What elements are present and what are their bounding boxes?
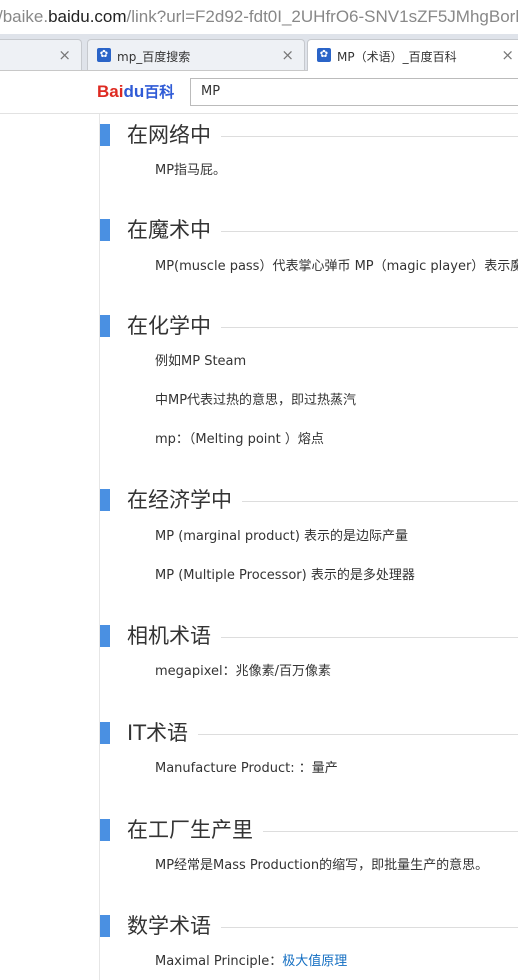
paragraph: MP (marginal product) 表示的是边际产量 bbox=[155, 529, 409, 544]
section-magic: 在魔术中 MP(muscle pass）代表掌心弹币 MP（magic play… bbox=[100, 215, 518, 274]
section-marker bbox=[100, 124, 110, 146]
section-math: 数学术语 Maximal Principle：极大值原理 bbox=[100, 911, 518, 969]
section-network: 在网络中 MP指马屁。 bbox=[100, 120, 518, 178]
paragraph: Manufacture Product: ：量产 bbox=[155, 761, 338, 776]
tab-previous[interactable]: × bbox=[0, 39, 82, 70]
section-title: IT术语 bbox=[127, 718, 199, 748]
search-input[interactable]: MP bbox=[190, 78, 518, 106]
paragraph: MP指马屁。 bbox=[155, 163, 227, 178]
section-title: 在工厂生产里 bbox=[127, 815, 263, 845]
section-marker bbox=[100, 219, 110, 241]
section-factory: 在工厂生产里 MP经常是Mass Production的缩写，即批量生产的意思。 bbox=[100, 815, 518, 873]
section-title: 在魔术中 bbox=[127, 215, 221, 245]
left-margin bbox=[0, 114, 99, 980]
close-tab-icon[interactable]: × bbox=[58, 46, 71, 64]
link-maximum-principle[interactable]: 极大值原理 bbox=[282, 954, 347, 969]
section-chemistry: 在化学中 例如MP Steam 中MP代表过热的意思，即过热蒸汽 mp：（Mel… bbox=[100, 311, 518, 447]
paragraph: MP (Multiple Processor) 表示的是多处理器 bbox=[155, 568, 415, 583]
section-marker bbox=[100, 819, 110, 841]
section-header: 在网络中 bbox=[100, 120, 518, 150]
url-host: baidu.com bbox=[48, 7, 127, 26]
section-header: 相机术语 bbox=[100, 621, 518, 651]
section-title: 数学术语 bbox=[127, 911, 221, 941]
paragraph: MP经常是Mass Production的缩写，即批量生产的意思。 bbox=[155, 858, 489, 873]
tab-mp-search[interactable]: ✿ mp_百度搜索 × bbox=[87, 39, 305, 70]
logo-text: Bai bbox=[97, 82, 124, 101]
logo-paw: du bbox=[123, 82, 145, 101]
address-bar[interactable]: /baike.baidu.com/link?url=F2d92-fdt0I_2U… bbox=[0, 0, 518, 35]
section-marker bbox=[100, 722, 110, 744]
paragraph: 例如MP Steam bbox=[155, 354, 247, 369]
section-header: 在经济学中 bbox=[100, 485, 518, 515]
section-title: 相机术语 bbox=[127, 621, 221, 651]
logo-suffix: 百科 bbox=[144, 84, 175, 101]
close-tab-icon[interactable]: × bbox=[501, 46, 514, 64]
baidu-baike-logo[interactable]: Baidu百科 bbox=[97, 81, 174, 102]
paragraph: 中MP代表过热的意思，即过热蒸汽 bbox=[155, 393, 357, 408]
section-marker bbox=[100, 915, 110, 937]
section-title: 在网络中 bbox=[127, 120, 221, 150]
section-title: 在经济学中 bbox=[127, 485, 242, 515]
section-header: 在工厂生产里 bbox=[100, 815, 518, 845]
paragraph: mp：（Melting point ）熔点 bbox=[155, 432, 324, 447]
paragraph: MP(muscle pass）代表掌心弹币 MP（magic player）表示… bbox=[155, 259, 518, 274]
section-header: 数学术语 bbox=[100, 911, 518, 941]
section-marker bbox=[100, 315, 110, 337]
tab-label: MP（术语）_百度百科 bbox=[337, 50, 457, 64]
site-header: Baidu百科 MP bbox=[0, 71, 518, 114]
close-tab-icon[interactable]: × bbox=[281, 46, 294, 64]
url-prefix: /baike. bbox=[0, 7, 49, 26]
baidu-paw-icon: ✿ bbox=[97, 48, 111, 62]
paragraph-text: Maximal Principle： bbox=[155, 954, 283, 969]
tab-label: mp_百度搜索 bbox=[117, 50, 191, 64]
section-camera: 相机术语 megapixel：兆像素/百万像素 bbox=[100, 621, 518, 679]
section-header: 在化学中 bbox=[100, 311, 518, 341]
article-content: 在网络中 MP指马屁。 在魔术中 MP(muscle pass）代表掌心弹币 M… bbox=[99, 114, 518, 980]
section-marker bbox=[100, 625, 110, 647]
section-it: IT术语 Manufacture Product: ：量产 bbox=[100, 718, 518, 776]
section-header: IT术语 bbox=[100, 718, 518, 748]
section-marker bbox=[100, 489, 110, 511]
tab-strip: × ✿ mp_百度搜索 × ✿ MP（术语）_百度百科 × bbox=[0, 34, 518, 71]
tab-mp-baike[interactable]: ✿ MP（术语）_百度百科 × bbox=[307, 39, 518, 71]
paragraph: megapixel：兆像素/百万像素 bbox=[155, 664, 332, 679]
section-economics: 在经济学中 MP (marginal product) 表示的是边际产量 MP … bbox=[100, 485, 518, 583]
section-title: 在化学中 bbox=[127, 311, 221, 341]
section-header: 在魔术中 bbox=[100, 215, 518, 245]
paragraph: Maximal Principle：极大值原理 bbox=[155, 953, 347, 971]
baidu-paw-icon: ✿ bbox=[317, 48, 331, 62]
url-path: /link?url=F2d92-fdt0I_2UHfrO6-SNV1sZF5JM… bbox=[126, 7, 518, 26]
